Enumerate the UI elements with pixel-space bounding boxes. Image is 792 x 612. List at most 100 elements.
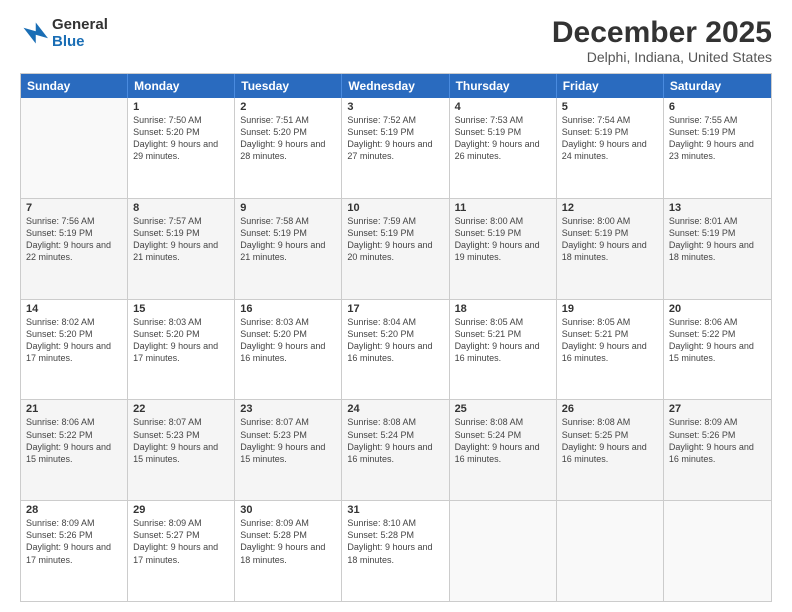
calendar-day-header: Tuesday [235, 74, 342, 98]
calendar-cell: 13Sunrise: 8:01 AMSunset: 5:19 PMDayligh… [664, 199, 771, 299]
cell-date: 29 [133, 504, 229, 516]
calendar-day-header: Wednesday [342, 74, 449, 98]
calendar-cell: 19Sunrise: 8:05 AMSunset: 5:21 PMDayligh… [557, 300, 664, 400]
cell-info: Sunrise: 8:08 AMSunset: 5:24 PMDaylight:… [347, 416, 443, 465]
cell-date: 20 [669, 303, 766, 315]
cell-date: 19 [562, 303, 658, 315]
cell-info: Sunrise: 8:07 AMSunset: 5:23 PMDaylight:… [133, 416, 229, 465]
cell-info: Sunrise: 7:58 AMSunset: 5:19 PMDaylight:… [240, 215, 336, 264]
calendar-cell: 18Sunrise: 8:05 AMSunset: 5:21 PMDayligh… [450, 300, 557, 400]
calendar-cell: 15Sunrise: 8:03 AMSunset: 5:20 PMDayligh… [128, 300, 235, 400]
main-title: December 2025 [552, 16, 772, 49]
calendar-cell: 22Sunrise: 8:07 AMSunset: 5:23 PMDayligh… [128, 400, 235, 500]
calendar-cell: 4Sunrise: 7:53 AMSunset: 5:19 PMDaylight… [450, 98, 557, 198]
cell-info: Sunrise: 8:04 AMSunset: 5:20 PMDaylight:… [347, 316, 443, 365]
calendar-day-header: Sunday [21, 74, 128, 98]
cell-info: Sunrise: 8:06 AMSunset: 5:22 PMDaylight:… [26, 416, 122, 465]
cell-date: 22 [133, 403, 229, 415]
cell-info: Sunrise: 8:10 AMSunset: 5:28 PMDaylight:… [347, 517, 443, 566]
cell-date: 7 [26, 202, 122, 214]
header: General Blue December 2025 Delphi, India… [20, 16, 772, 65]
calendar-row: 21Sunrise: 8:06 AMSunset: 5:22 PMDayligh… [21, 400, 771, 501]
cell-info: Sunrise: 8:00 AMSunset: 5:19 PMDaylight:… [455, 215, 551, 264]
calendar-header: SundayMondayTuesdayWednesdayThursdayFrid… [21, 74, 771, 98]
title-block: December 2025 Delphi, Indiana, United St… [552, 16, 772, 65]
cell-date: 12 [562, 202, 658, 214]
cell-info: Sunrise: 8:09 AMSunset: 5:27 PMDaylight:… [133, 517, 229, 566]
cell-date: 15 [133, 303, 229, 315]
calendar-cell: 14Sunrise: 8:02 AMSunset: 5:20 PMDayligh… [21, 300, 128, 400]
calendar-cell: 12Sunrise: 8:00 AMSunset: 5:19 PMDayligh… [557, 199, 664, 299]
cell-date: 2 [240, 101, 336, 113]
cell-info: Sunrise: 8:05 AMSunset: 5:21 PMDaylight:… [455, 316, 551, 365]
calendar-cell [664, 501, 771, 601]
cell-info: Sunrise: 7:56 AMSunset: 5:19 PMDaylight:… [26, 215, 122, 264]
calendar-cell: 31Sunrise: 8:10 AMSunset: 5:28 PMDayligh… [342, 501, 449, 601]
calendar-cell: 20Sunrise: 8:06 AMSunset: 5:22 PMDayligh… [664, 300, 771, 400]
calendar-day-header: Friday [557, 74, 664, 98]
calendar-day-header: Saturday [664, 74, 771, 98]
calendar-cell [450, 501, 557, 601]
cell-info: Sunrise: 8:09 AMSunset: 5:28 PMDaylight:… [240, 517, 336, 566]
cell-info: Sunrise: 7:52 AMSunset: 5:19 PMDaylight:… [347, 114, 443, 163]
calendar-cell: 6Sunrise: 7:55 AMSunset: 5:19 PMDaylight… [664, 98, 771, 198]
calendar: SundayMondayTuesdayWednesdayThursdayFrid… [20, 73, 772, 602]
calendar-cell: 10Sunrise: 7:59 AMSunset: 5:19 PMDayligh… [342, 199, 449, 299]
cell-info: Sunrise: 7:57 AMSunset: 5:19 PMDaylight:… [133, 215, 229, 264]
cell-date: 8 [133, 202, 229, 214]
cell-info: Sunrise: 8:02 AMSunset: 5:20 PMDaylight:… [26, 316, 122, 365]
calendar-cell: 21Sunrise: 8:06 AMSunset: 5:22 PMDayligh… [21, 400, 128, 500]
calendar-cell: 2Sunrise: 7:51 AMSunset: 5:20 PMDaylight… [235, 98, 342, 198]
calendar-cell: 3Sunrise: 7:52 AMSunset: 5:19 PMDaylight… [342, 98, 449, 198]
calendar-cell: 1Sunrise: 7:50 AMSunset: 5:20 PMDaylight… [128, 98, 235, 198]
logo: General Blue [20, 16, 108, 51]
cell-date: 4 [455, 101, 551, 113]
cell-date: 27 [669, 403, 766, 415]
cell-info: Sunrise: 8:01 AMSunset: 5:19 PMDaylight:… [669, 215, 766, 264]
calendar-cell: 8Sunrise: 7:57 AMSunset: 5:19 PMDaylight… [128, 199, 235, 299]
calendar-cell: 11Sunrise: 8:00 AMSunset: 5:19 PMDayligh… [450, 199, 557, 299]
cell-date: 16 [240, 303, 336, 315]
cell-date: 11 [455, 202, 551, 214]
cell-date: 1 [133, 101, 229, 113]
cell-date: 6 [669, 101, 766, 113]
cell-date: 10 [347, 202, 443, 214]
cell-info: Sunrise: 7:54 AMSunset: 5:19 PMDaylight:… [562, 114, 658, 163]
cell-date: 26 [562, 403, 658, 415]
page: General Blue December 2025 Delphi, India… [0, 0, 792, 612]
cell-date: 24 [347, 403, 443, 415]
cell-date: 3 [347, 101, 443, 113]
cell-info: Sunrise: 7:55 AMSunset: 5:19 PMDaylight:… [669, 114, 766, 163]
cell-info: Sunrise: 7:53 AMSunset: 5:19 PMDaylight:… [455, 114, 551, 163]
calendar-day-header: Monday [128, 74, 235, 98]
cell-info: Sunrise: 8:09 AMSunset: 5:26 PMDaylight:… [669, 416, 766, 465]
cell-date: 30 [240, 504, 336, 516]
calendar-cell: 17Sunrise: 8:04 AMSunset: 5:20 PMDayligh… [342, 300, 449, 400]
calendar-row: 14Sunrise: 8:02 AMSunset: 5:20 PMDayligh… [21, 300, 771, 401]
calendar-body: 1Sunrise: 7:50 AMSunset: 5:20 PMDaylight… [21, 98, 771, 601]
cell-date: 9 [240, 202, 336, 214]
calendar-cell: 9Sunrise: 7:58 AMSunset: 5:19 PMDaylight… [235, 199, 342, 299]
calendar-cell: 28Sunrise: 8:09 AMSunset: 5:26 PMDayligh… [21, 501, 128, 601]
cell-info: Sunrise: 8:03 AMSunset: 5:20 PMDaylight:… [133, 316, 229, 365]
cell-info: Sunrise: 8:08 AMSunset: 5:24 PMDaylight:… [455, 416, 551, 465]
calendar-cell: 23Sunrise: 8:07 AMSunset: 5:23 PMDayligh… [235, 400, 342, 500]
calendar-cell: 16Sunrise: 8:03 AMSunset: 5:20 PMDayligh… [235, 300, 342, 400]
cell-info: Sunrise: 8:09 AMSunset: 5:26 PMDaylight:… [26, 517, 122, 566]
cell-date: 23 [240, 403, 336, 415]
cell-date: 17 [347, 303, 443, 315]
cell-date: 14 [26, 303, 122, 315]
calendar-cell: 5Sunrise: 7:54 AMSunset: 5:19 PMDaylight… [557, 98, 664, 198]
cell-date: 13 [669, 202, 766, 214]
calendar-row: 1Sunrise: 7:50 AMSunset: 5:20 PMDaylight… [21, 98, 771, 199]
cell-date: 5 [562, 101, 658, 113]
cell-info: Sunrise: 8:07 AMSunset: 5:23 PMDaylight:… [240, 416, 336, 465]
cell-info: Sunrise: 8:00 AMSunset: 5:19 PMDaylight:… [562, 215, 658, 264]
cell-info: Sunrise: 8:06 AMSunset: 5:22 PMDaylight:… [669, 316, 766, 365]
calendar-cell [21, 98, 128, 198]
cell-date: 31 [347, 504, 443, 516]
calendar-row: 7Sunrise: 7:56 AMSunset: 5:19 PMDaylight… [21, 199, 771, 300]
calendar-cell: 27Sunrise: 8:09 AMSunset: 5:26 PMDayligh… [664, 400, 771, 500]
cell-info: Sunrise: 7:51 AMSunset: 5:20 PMDaylight:… [240, 114, 336, 163]
cell-date: 28 [26, 504, 122, 516]
